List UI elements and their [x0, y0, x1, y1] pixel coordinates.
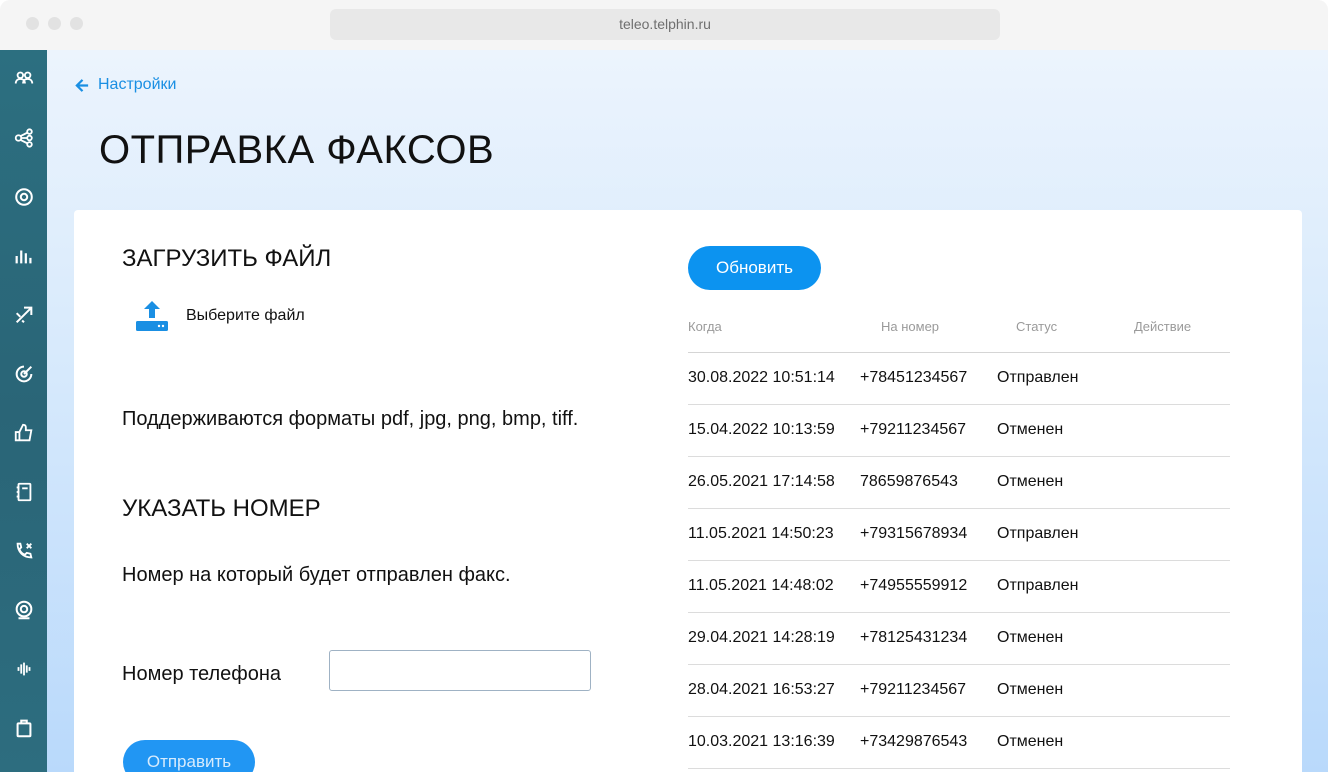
- back-link[interactable]: Настройки: [75, 76, 176, 94]
- like-icon[interactable]: [12, 421, 36, 445]
- cell-status: Отправлен: [997, 369, 1079, 386]
- stats-icon[interactable]: [12, 244, 36, 268]
- table-row: 11.05.2021 14:48:02 +74955559912 Отправл…: [688, 561, 1230, 613]
- header-when: Когда: [688, 319, 722, 334]
- formats-hint: Поддерживаются форматы pdf, jpg, png, bm…: [122, 408, 579, 430]
- cell-when: 10.03.2021 13:16:39: [688, 733, 835, 750]
- fax-history-table: Когда На номер Статус Действие 30.08.202…: [688, 310, 1230, 769]
- cell-when: 28.04.2021 16:53:27: [688, 681, 835, 698]
- cell-status: Отменен: [997, 733, 1064, 750]
- browser-window: teleo.telphin.ru Настройки ОТПРАВКА ФАКС…: [0, 0, 1328, 772]
- header-action: Действие: [1134, 319, 1192, 334]
- choose-file-button[interactable]: Выберите файл: [134, 298, 305, 334]
- cell-status: Отправлен: [997, 525, 1079, 542]
- table-header: Когда На номер Статус Действие: [688, 310, 1230, 353]
- arrow-left-icon: [75, 78, 89, 92]
- table-row: 15.04.2022 10:13:59 +79211234567 Отменен: [688, 405, 1230, 457]
- cell-when: 30.08.2022 10:51:14: [688, 369, 835, 386]
- fax-card: ЗАГРУЗИТЬ ФАЙЛ Выберите файл Поддерживаю…: [74, 210, 1302, 772]
- number-section-title: УКАЗАТЬ НОМЕР: [122, 495, 321, 522]
- cell-when: 11.05.2021 14:48:02: [688, 577, 834, 594]
- upload-icon: [136, 301, 168, 331]
- cell-status: Отправлен: [997, 577, 1079, 594]
- header-status: Статус: [1016, 319, 1058, 334]
- cell-number: +78125431234: [860, 629, 968, 646]
- webcam-icon[interactable]: [12, 598, 36, 622]
- cell-number: +79211234567: [860, 681, 967, 698]
- notebook-icon[interactable]: [12, 480, 36, 504]
- table-row: 26.05.2021 17:14:58 78659876543 Отменен: [688, 457, 1230, 509]
- cell-number: +73429876543: [860, 733, 968, 750]
- table-row: 10.03.2021 13:16:39 +73429876543 Отменен: [688, 717, 1230, 769]
- users-icon[interactable]: [12, 66, 36, 90]
- cell-when: 11.05.2021 14:50:23: [688, 525, 834, 542]
- back-link-label[interactable]: Настройки: [98, 76, 176, 94]
- window-close-dot[interactable]: [26, 17, 39, 30]
- settings-icon[interactable]: [12, 185, 36, 209]
- call-forward-icon[interactable]: [12, 539, 36, 563]
- cell-when: 26.05.2021 17:14:58: [688, 473, 835, 490]
- sidebar: [0, 50, 47, 772]
- cell-number: +79315678934: [860, 525, 968, 542]
- cell-status: Отменен: [997, 473, 1064, 490]
- table-row: 11.05.2021 14:50:23 +79315678934 Отправл…: [688, 509, 1230, 561]
- header-number: На номер: [881, 319, 940, 334]
- address-bar[interactable]: teleo.telphin.ru: [330, 9, 1000, 40]
- upload-section-title: ЗАГРУЗИТЬ ФАЙЛ: [122, 245, 332, 272]
- phone-input[interactable]: [329, 650, 591, 691]
- cell-number: +74955559912: [860, 577, 968, 594]
- cell-number: +78451234567: [860, 369, 968, 386]
- window-minimize-dot[interactable]: [48, 17, 61, 30]
- refresh-button[interactable]: Обновить: [688, 246, 821, 290]
- table-row: 30.08.2022 10:51:14 +78451234567 Отправл…: [688, 353, 1230, 405]
- send-button[interactable]: Отправить: [123, 740, 255, 772]
- cell-status: Отменен: [997, 629, 1064, 646]
- window-zoom-dot[interactable]: [70, 17, 83, 30]
- cell-number: 78659876543: [860, 473, 958, 490]
- browser-titlebar: teleo.telphin.ru: [0, 0, 1328, 51]
- cell-number: +79211234567: [860, 421, 967, 438]
- cell-when: 15.04.2022 10:13:59: [688, 421, 835, 438]
- table-row: 29.04.2021 14:28:19 +78125431234 Отменен: [688, 613, 1230, 665]
- voice-icon[interactable]: [12, 657, 36, 681]
- flow-icon[interactable]: [12, 126, 36, 150]
- choose-file-label[interactable]: Выберите файл: [186, 307, 305, 325]
- routing-icon[interactable]: [12, 303, 36, 327]
- target-icon[interactable]: [12, 362, 36, 386]
- cell-when: 29.04.2021 14:28:19: [688, 629, 835, 646]
- store-icon[interactable]: [12, 716, 36, 740]
- cell-status: Отменен: [997, 421, 1064, 438]
- main-content: Настройки ОТПРАВКА ФАКСОВ ЗАГРУЗИТЬ ФАЙЛ…: [47, 50, 1328, 772]
- phone-label: Номер телефона: [122, 663, 282, 685]
- number-description: Номер на который будет отправлен факс.: [122, 564, 511, 586]
- cell-status: Отменен: [997, 681, 1064, 698]
- table-row: 28.04.2021 16:53:27 +79211234567 Отменен: [688, 665, 1230, 717]
- page-title: ОТПРАВКА ФАКСОВ: [99, 128, 495, 172]
